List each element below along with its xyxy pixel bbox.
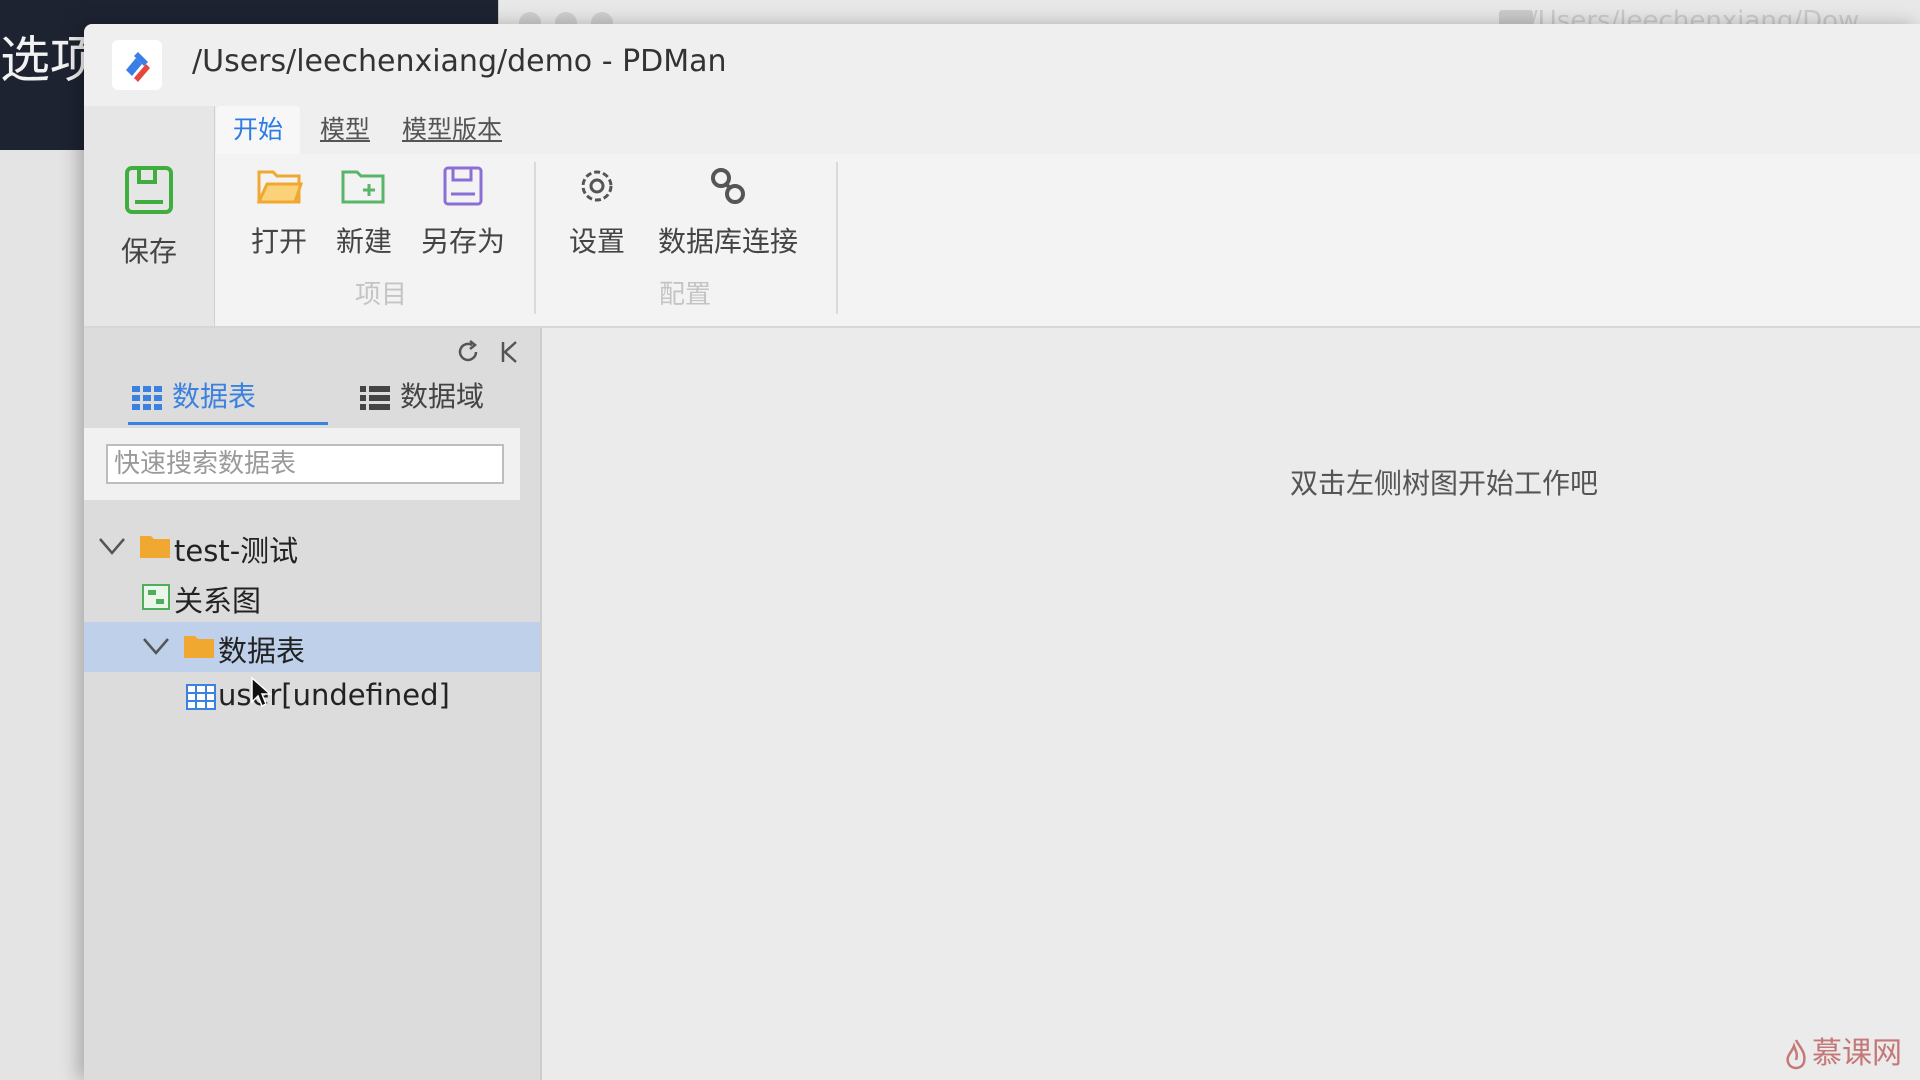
tab-start[interactable]: 开始 bbox=[216, 106, 300, 154]
main-content: 双击左侧树图开始工作吧 bbox=[542, 328, 1920, 1080]
folder-add-icon bbox=[324, 164, 404, 212]
table-icon bbox=[186, 684, 216, 710]
tab-data-domains[interactable]: 数据域 bbox=[360, 372, 520, 422]
settings-button[interactable]: 设置 bbox=[562, 164, 632, 260]
folder-icon bbox=[184, 636, 214, 658]
open-label: 打开 bbox=[250, 225, 307, 258]
new-label: 新建 bbox=[335, 225, 392, 258]
pdman-window: /Users/leechenxiang/demo - PDMan 开始 模型 模… bbox=[84, 24, 1920, 1080]
save-label: 保存 bbox=[120, 235, 177, 268]
tree-item-diagram[interactable]: 关系图 bbox=[84, 572, 540, 622]
open-button[interactable]: 打开 bbox=[244, 164, 314, 260]
config-group-label: 配置 bbox=[658, 280, 711, 310]
diagram-icon bbox=[142, 584, 170, 610]
flame-logo-icon bbox=[1786, 1038, 1806, 1069]
tab-data-tables[interactable]: 数据表 bbox=[128, 372, 328, 425]
watermark-text: 慕课网 bbox=[1812, 1036, 1902, 1071]
tree-item-test-folder[interactable]: test-测试 bbox=[84, 522, 540, 572]
tab-data-tables-label: 数据表 bbox=[172, 380, 257, 413]
save-as-button[interactable]: 另存为 bbox=[408, 164, 518, 260]
chevron-down-icon[interactable] bbox=[98, 536, 126, 556]
gear-icon bbox=[562, 164, 632, 212]
title-bar: /Users/leechenxiang/demo - PDMan bbox=[84, 24, 1920, 106]
ribbon-divider bbox=[836, 162, 838, 314]
ribbon-toolbar: 保存 打开 新建 另存为 项目 设置 数据库连接 配置 bbox=[84, 106, 1920, 328]
tab-model-version[interactable]: 模型版本 bbox=[392, 106, 512, 154]
settings-label: 设置 bbox=[568, 225, 625, 258]
save-block: 保存 bbox=[84, 106, 215, 326]
project-group-label: 项目 bbox=[354, 280, 407, 310]
tab-data-domains-label: 数据域 bbox=[400, 380, 485, 413]
save-as-label: 另存为 bbox=[420, 225, 505, 258]
tree-item-label: test-测试 bbox=[174, 534, 299, 568]
mouse-cursor-icon bbox=[251, 676, 272, 708]
save-as-icon bbox=[408, 164, 518, 212]
tree-item-label: 关系图 bbox=[174, 584, 262, 618]
ribbon-divider bbox=[534, 162, 536, 314]
tab-model[interactable]: 模型 bbox=[310, 106, 380, 154]
chevron-down-icon[interactable] bbox=[142, 636, 170, 656]
tree-item-label: 数据表 bbox=[218, 634, 306, 668]
link-icon bbox=[648, 164, 808, 212]
refresh-icon[interactable] bbox=[454, 338, 482, 366]
folder-icon bbox=[140, 536, 170, 558]
folder-open-icon bbox=[244, 164, 314, 212]
tree-item-tables-folder[interactable]: 数据表 bbox=[84, 622, 540, 672]
window-title: /Users/leechenxiang/demo - PDMan bbox=[192, 44, 727, 79]
grid-icon bbox=[132, 386, 162, 410]
save-button[interactable]: 保存 bbox=[106, 162, 192, 270]
list-icon bbox=[360, 386, 390, 410]
collapse-icon[interactable] bbox=[498, 338, 522, 366]
new-button[interactable]: 新建 bbox=[324, 164, 404, 260]
pdman-logo-icon bbox=[112, 40, 162, 90]
save-icon bbox=[106, 162, 192, 222]
tree-item-user-table[interactable]: user[undefined] bbox=[84, 672, 540, 722]
sidebar: 数据表 数据域 test-测试 关系图 bbox=[84, 328, 542, 1080]
search-area bbox=[84, 428, 520, 500]
db-connection-button[interactable]: 数据库连接 bbox=[648, 164, 808, 260]
table-search-input[interactable] bbox=[106, 444, 504, 484]
empty-state-hint: 双击左侧树图开始工作吧 bbox=[1290, 467, 1599, 500]
watermark: 慕课网 bbox=[1784, 1028, 1902, 1072]
db-connection-label: 数据库连接 bbox=[657, 225, 798, 258]
